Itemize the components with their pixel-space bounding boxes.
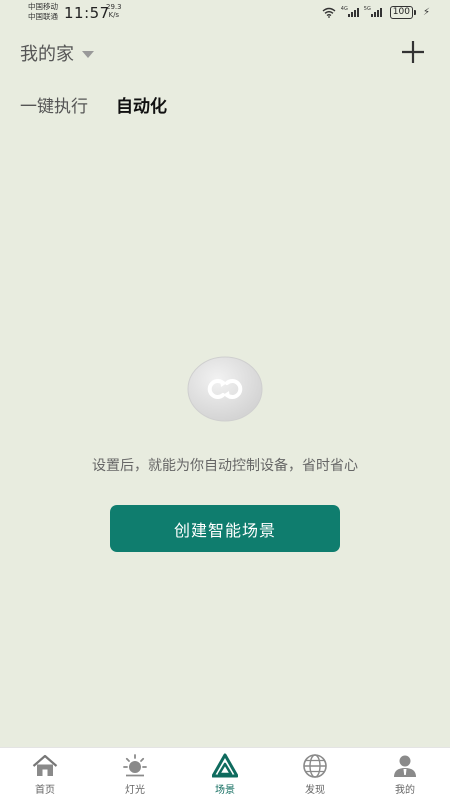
- profile-icon: [394, 755, 416, 777]
- carrier-names: 中国移动 中国联通: [28, 2, 58, 22]
- nav-item-home[interactable]: 首页: [0, 748, 90, 800]
- nav-item-profile[interactable]: 我的: [360, 748, 450, 800]
- nav-label-scene: 场景: [215, 785, 235, 796]
- nav-label-discover: 发现: [305, 785, 325, 796]
- network-speed: 29.3 K/s: [106, 3, 122, 19]
- home-icon: [32, 754, 58, 776]
- status-time: 11:57: [64, 4, 110, 22]
- nav-item-light[interactable]: 灯光: [90, 748, 180, 800]
- battery-level: 100: [389, 6, 413, 19]
- nav-label-profile: 我的: [395, 785, 415, 796]
- wifi-icon: [322, 7, 336, 18]
- home-selector[interactable]: 我的家: [20, 40, 94, 66]
- create-smart-scene-button[interactable]: 创建智能场景: [110, 505, 340, 552]
- network-speed-unit: K/s: [108, 11, 120, 19]
- charging-icon: ⚡: [422, 7, 430, 18]
- nav-item-scene[interactable]: 场景: [180, 748, 270, 800]
- nav-item-discover[interactable]: 发现: [270, 748, 360, 800]
- discover-globe-icon: [303, 754, 327, 778]
- tab-one-click[interactable]: 一键执行: [20, 92, 88, 117]
- carrier-2: 中国联通: [28, 12, 58, 21]
- add-icon[interactable]: [401, 40, 425, 64]
- nav-label-light: 灯光: [125, 785, 145, 796]
- signal-sim1-icon: 4G: [341, 6, 359, 17]
- network-speed-value: 29.3: [106, 3, 122, 11]
- status-icons: 4G 5G 100 ⚡: [322, 6, 430, 19]
- battery-icon: 100: [389, 6, 416, 19]
- automation-loop-icon: [187, 356, 263, 422]
- chevron-down-icon: [82, 50, 94, 58]
- home-name: 我的家: [20, 44, 74, 65]
- empty-message: 设置后，就能为你自动控制设备，省时省心: [92, 458, 358, 474]
- nav-label-home: 首页: [35, 785, 55, 796]
- sim1-tag: 4G: [340, 6, 348, 12]
- sim2-tag: 5G: [363, 6, 371, 12]
- status-bar: 中国移动 中国联通 11:57 29.3 K/s 4G 5G 100 ⚡: [0, 0, 450, 28]
- signal-sim2-icon: 5G: [364, 6, 382, 17]
- scene-tabs: 一键执行 自动化: [20, 92, 167, 117]
- light-icon: [123, 754, 147, 777]
- scene-icon: [212, 753, 238, 778]
- carrier-1: 中国移动: [28, 2, 58, 11]
- bottom-nav: 首页 灯光 场景 发现 我的: [0, 747, 450, 800]
- tab-automation[interactable]: 自动化: [116, 92, 167, 117]
